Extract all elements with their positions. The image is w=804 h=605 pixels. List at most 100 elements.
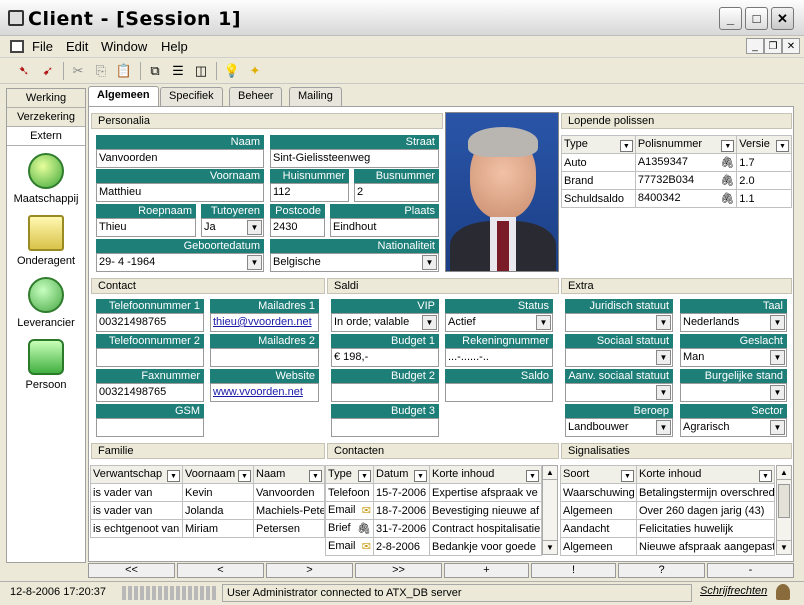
column-header[interactable]: Voornaam ▼	[182, 465, 254, 484]
menu-window[interactable]: Window	[101, 39, 147, 54]
chevron-down-icon[interactable]: ▼	[619, 139, 633, 152]
voornaam-field[interactable]: Matthieu	[96, 183, 264, 202]
table-row[interactable]: Email ✉ 18-7-2006 Bevestiging nieuwe af	[325, 501, 542, 520]
copy-icon[interactable]: ⎘	[91, 61, 111, 81]
chevron-down-icon[interactable]: ▼	[247, 255, 262, 270]
chevron-down-icon[interactable]: ▼	[422, 255, 437, 270]
website-field[interactable]: www.vvoorden.net	[210, 383, 319, 402]
beroep-select[interactable]: Landbouwer ▼	[565, 418, 673, 437]
table-row[interactable]: Auto A1359347 🖇 1.7	[561, 153, 792, 172]
scroll-down-icon[interactable]: ▼	[543, 540, 557, 554]
taal-select[interactable]: Nederlands ▼	[680, 313, 787, 332]
postcode-field[interactable]: 2430	[270, 218, 325, 237]
forward-icon[interactable]: ➹	[38, 61, 58, 81]
mdi-minimize-button[interactable]: _	[746, 38, 764, 54]
table-row[interactable]: Schuldsaldo 8400342 🖇 1.1	[561, 189, 792, 208]
budget2-field[interactable]	[331, 383, 439, 402]
tab-algemeen[interactable]: Algemeen	[88, 86, 159, 107]
chevron-down-icon[interactable]: ▼	[414, 469, 427, 482]
chevron-down-icon[interactable]: ▼	[770, 350, 785, 365]
delete-record-button[interactable]: -	[707, 563, 794, 578]
chevron-down-icon[interactable]: ▼	[770, 420, 785, 435]
chevron-down-icon[interactable]: ▼	[721, 139, 735, 152]
mail1-link[interactable]: thieu@vvoorden.net	[213, 316, 312, 328]
scroll-up-icon[interactable]: ▲	[777, 466, 791, 480]
nav-maatschappij[interactable]: Maatschappij	[7, 153, 85, 205]
chevron-down-icon[interactable]: ▼	[656, 350, 671, 365]
tile-vertical-icon[interactable]: ◫	[191, 61, 211, 81]
previous-record-button[interactable]: <	[177, 563, 264, 578]
scroll-thumb[interactable]	[778, 484, 790, 518]
table-row[interactable]: Algemeen Over 260 dagen jarig (43)	[560, 501, 775, 520]
column-header[interactable]: Naam ▼	[253, 465, 325, 484]
column-header[interactable]: Korte inhoud ▼	[429, 465, 542, 484]
chevron-down-icon[interactable]: ▼	[656, 385, 671, 400]
nationaliteit-select[interactable]: Belgische ▼	[270, 253, 439, 272]
column-header[interactable]: Datum ▼	[373, 465, 430, 484]
scroll-down-icon[interactable]: ▼	[777, 540, 791, 554]
chevron-down-icon[interactable]: ▼	[526, 469, 539, 482]
maximize-button[interactable]: □	[745, 7, 768, 30]
close-button[interactable]: ✕	[771, 7, 794, 30]
table-row[interactable]: Email ✉ 2-8-2006 Bedankje voor goede	[325, 537, 542, 556]
mail1-field[interactable]: thieu@vvoorden.net	[210, 313, 319, 332]
vip-select[interactable]: In orde; valable ▼	[331, 313, 439, 332]
chevron-down-icon[interactable]: ▼	[776, 139, 789, 152]
budget1-field[interactable]: € 198,-	[331, 348, 439, 367]
first-record-button[interactable]: <<	[88, 563, 175, 578]
tutoyeren-select[interactable]: Ja ▼	[201, 218, 264, 237]
column-header[interactable]: Type ▼	[325, 465, 374, 484]
aanv-select[interactable]: ▼	[565, 383, 673, 402]
tel1-field[interactable]: 00321498765	[96, 313, 204, 332]
column-header[interactable]: Versie ▼	[736, 135, 792, 154]
roepnaam-field[interactable]: Thieu	[96, 218, 196, 237]
sector-select[interactable]: Agrarisch ▼	[680, 418, 787, 437]
chevron-down-icon[interactable]: ▼	[247, 220, 262, 235]
tab-werking[interactable]: Werking	[7, 89, 85, 108]
gsm-field[interactable]	[96, 418, 204, 437]
column-header[interactable]: Polisnummer ▼	[634, 135, 738, 154]
column-header[interactable]: Verwantschap ▼	[90, 465, 183, 484]
nav-leverancier[interactable]: Leverancier	[7, 277, 85, 329]
naam-field[interactable]: Vanvoorden	[96, 149, 264, 168]
alert-button[interactable]: !	[531, 563, 616, 578]
table-row[interactable]: Waarschuwing Betalingstermijn overschred	[560, 483, 775, 502]
scroll-up-icon[interactable]: ▲	[543, 466, 557, 480]
nav-onderagent[interactable]: Onderagent	[7, 215, 85, 267]
straat-field[interactable]: Sint-Gielissteenweg	[270, 149, 439, 168]
hint-icon[interactable]: 💡	[222, 61, 242, 81]
mail2-field[interactable]	[210, 348, 319, 367]
tab-beheer[interactable]: Beheer	[229, 87, 283, 106]
table-row[interactable]: is vader van Jolanda Machiels-Pete	[90, 501, 325, 520]
tel2-field[interactable]	[96, 348, 204, 367]
menu-edit[interactable]: Edit	[66, 39, 88, 54]
chevron-down-icon[interactable]: ▼	[536, 315, 551, 330]
help-button[interactable]: ?	[618, 563, 705, 578]
column-header[interactable]: Soort ▼	[560, 465, 637, 484]
chevron-down-icon[interactable]: ▼	[358, 469, 371, 482]
chevron-down-icon[interactable]: ▼	[759, 469, 772, 482]
tile-horizontal-icon[interactable]: ☰	[168, 61, 188, 81]
next-record-button[interactable]: >	[266, 563, 353, 578]
last-record-button[interactable]: >>	[355, 563, 442, 578]
fax-field[interactable]: 00321498765	[96, 383, 204, 402]
juridisch-select[interactable]: ▼	[565, 313, 673, 332]
chevron-down-icon[interactable]: ▼	[656, 420, 671, 435]
tip-icon[interactable]: ✦	[245, 61, 265, 81]
cascade-icon[interactable]: ⧉	[145, 61, 165, 81]
table-row[interactable]: Aandacht Felicitaties huwelijk	[560, 519, 775, 538]
burgerlijk-select[interactable]: ▼	[680, 383, 787, 402]
back-icon[interactable]: ➷	[14, 61, 34, 81]
contacten-scrollbar[interactable]: ▲ ▼	[542, 465, 558, 555]
status-user[interactable]: Schrijfrechten	[700, 585, 767, 597]
chevron-down-icon[interactable]: ▼	[238, 469, 251, 482]
plaats-field[interactable]: Eindhout	[330, 218, 439, 237]
menu-file[interactable]: File	[32, 39, 53, 54]
sociaal-select[interactable]: ▼	[565, 348, 673, 367]
minimize-button[interactable]: _	[719, 7, 742, 30]
mdi-close-button[interactable]: ✕	[782, 38, 800, 54]
budget3-field[interactable]	[331, 418, 439, 437]
tab-mailing[interactable]: Mailing	[289, 87, 342, 106]
saldo-field[interactable]	[445, 383, 553, 402]
huisnummer-field[interactable]: 112	[270, 183, 349, 202]
